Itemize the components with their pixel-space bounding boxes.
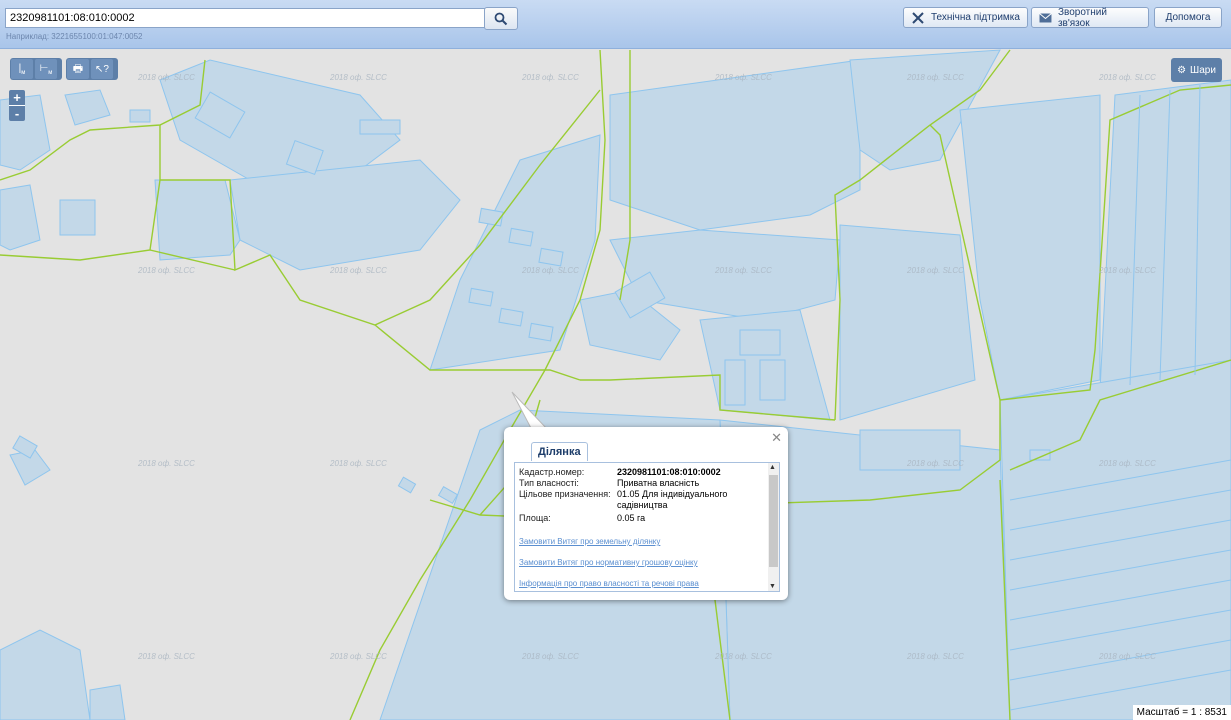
gear-icon: ⚙ (1177, 64, 1187, 76)
info-row: Площа: 0.05 га (515, 513, 767, 524)
watermark: 2018 оф. SLCC (714, 266, 772, 275)
info-value: 2320981101:08:010:0002 (617, 467, 721, 477)
info-value: Приватна власність (617, 478, 700, 488)
area-ruler-icon: ⊢м (39, 62, 53, 76)
scroll-up-icon[interactable]: ▲ (769, 464, 776, 471)
watermark: 2018 оф. SLCC (521, 266, 579, 275)
parcel (154, 179, 241, 261)
cursor-help-icon: ↖? (95, 63, 109, 75)
close-icon[interactable]: ✕ (771, 430, 782, 446)
misc-tools: 🖶 ↖? (66, 58, 118, 80)
parcel (89, 684, 126, 720)
search-icon (494, 12, 508, 25)
watermark: 2018 оф. SLCC (1098, 652, 1156, 661)
feedback-label: Зворотний зв'язок (1057, 6, 1107, 29)
watermark: 2018 оф. SLCC (906, 73, 964, 82)
watermark: 2018 оф. SLCC (1098, 266, 1156, 275)
search-button[interactable] (484, 7, 518, 30)
ruler-icon: |м (18, 62, 26, 76)
tech-support-button[interactable]: Технічна підтримка (903, 7, 1028, 28)
search-input[interactable] (5, 8, 489, 28)
ownership-info-link[interactable]: Інформація про право власності та речові… (515, 579, 767, 588)
watermark: 2018 оф. SLCC (714, 73, 772, 82)
info-label: Площа: (519, 513, 551, 523)
layers-label: Шари (1190, 64, 1216, 76)
layers-button[interactable]: ⚙ Шари (1171, 58, 1222, 82)
watermark: 2018 оф. SLCC (137, 652, 195, 661)
watermark: 2018 оф. SLCC (329, 266, 387, 275)
info-label: Цільове призначення: (519, 489, 611, 499)
parcel (59, 199, 96, 236)
cadastral-map[interactable]: 2018 оф. SLCC 2018 оф. SLCC 2018 оф. SLC… (0, 49, 1231, 720)
info-label: Тип власності: (519, 478, 579, 488)
info-label: Кадастр.номер: (519, 467, 585, 477)
info-value: 01.05 Для індивідуального садівництва (617, 489, 728, 510)
measure-area-button[interactable]: ⊢м (35, 59, 57, 79)
search-hint: Наприклад: 3221655100:01:047:0052 (6, 32, 143, 41)
tools-icon (912, 11, 924, 24)
watermark: 2018 оф. SLCC (714, 652, 772, 661)
watermark: 2018 оф. SLCC (906, 652, 964, 661)
order-valuation-link[interactable]: Замовити Витяг про нормативну грошову оц… (515, 558, 767, 567)
info-row: Цільове призначення: 01.05 Для індивідуа… (515, 489, 767, 511)
watermark: 2018 оф. SLCC (137, 73, 195, 82)
info-row: Тип власності: Приватна власність (515, 478, 767, 489)
tech-support-label: Технічна підтримка (931, 12, 1020, 23)
help-label: Допомога (1165, 12, 1211, 23)
popup-scrollbar[interactable]: ▲ ▼ (768, 463, 779, 591)
help-button[interactable]: Допомога (1154, 7, 1222, 28)
order-extract-link[interactable]: Замовити Витяг про земельну ділянку (515, 537, 767, 546)
feedback-button[interactable]: Зворотний зв'язок (1031, 6, 1149, 29)
print-button[interactable]: 🖶 (67, 59, 89, 79)
zoom-out-button[interactable]: - (9, 105, 25, 121)
parcel (999, 359, 1231, 720)
watermark: 2018 оф. SLCC (906, 459, 964, 468)
measure-distance-button[interactable]: |м (11, 59, 33, 79)
zoom-control: + - (9, 90, 25, 121)
watermark: 2018 оф. SLCC (1098, 459, 1156, 468)
zoom-in-button[interactable]: + (9, 90, 25, 105)
identify-button[interactable]: ↖? (91, 59, 113, 79)
watermark: 2018 оф. SLCC (137, 459, 195, 468)
scroll-thumb[interactable] (769, 475, 778, 567)
info-value: 0.05 га (617, 513, 646, 523)
envelope-icon (1039, 12, 1052, 22)
scale-indicator: Масштаб = 1 : 8531 (1132, 705, 1231, 720)
watermark: 2018 оф. SLCC (137, 266, 195, 275)
parcel-popup: ✕ Ділянка Кадастр.номер: 2320981101:08:0… (504, 427, 788, 600)
top-bar: Наприклад: 3221655100:01:047:0052 Техніч… (0, 0, 1231, 49)
tab-parcel[interactable]: Ділянка (531, 442, 588, 461)
scroll-down-icon[interactable]: ▼ (769, 583, 776, 590)
watermark: 2018 оф. SLCC (329, 652, 387, 661)
watermark: 2018 оф. SLCC (521, 652, 579, 661)
watermark: 2018 оф. SLCC (329, 73, 387, 82)
printer-icon: 🖶 (72, 62, 84, 75)
watermark: 2018 оф. SLCC (1098, 73, 1156, 82)
measure-tools: |м ⊢м (10, 58, 62, 80)
watermark: 2018 оф. SLCC (521, 73, 579, 82)
parcel-info: Кадастр.номер: 2320981101:08:010:0002 Ти… (514, 462, 780, 592)
watermark: 2018 оф. SLCC (329, 459, 387, 468)
watermark: 2018 оф. SLCC (906, 266, 964, 275)
info-row: Кадастр.номер: 2320981101:08:010:0002 (515, 467, 767, 478)
